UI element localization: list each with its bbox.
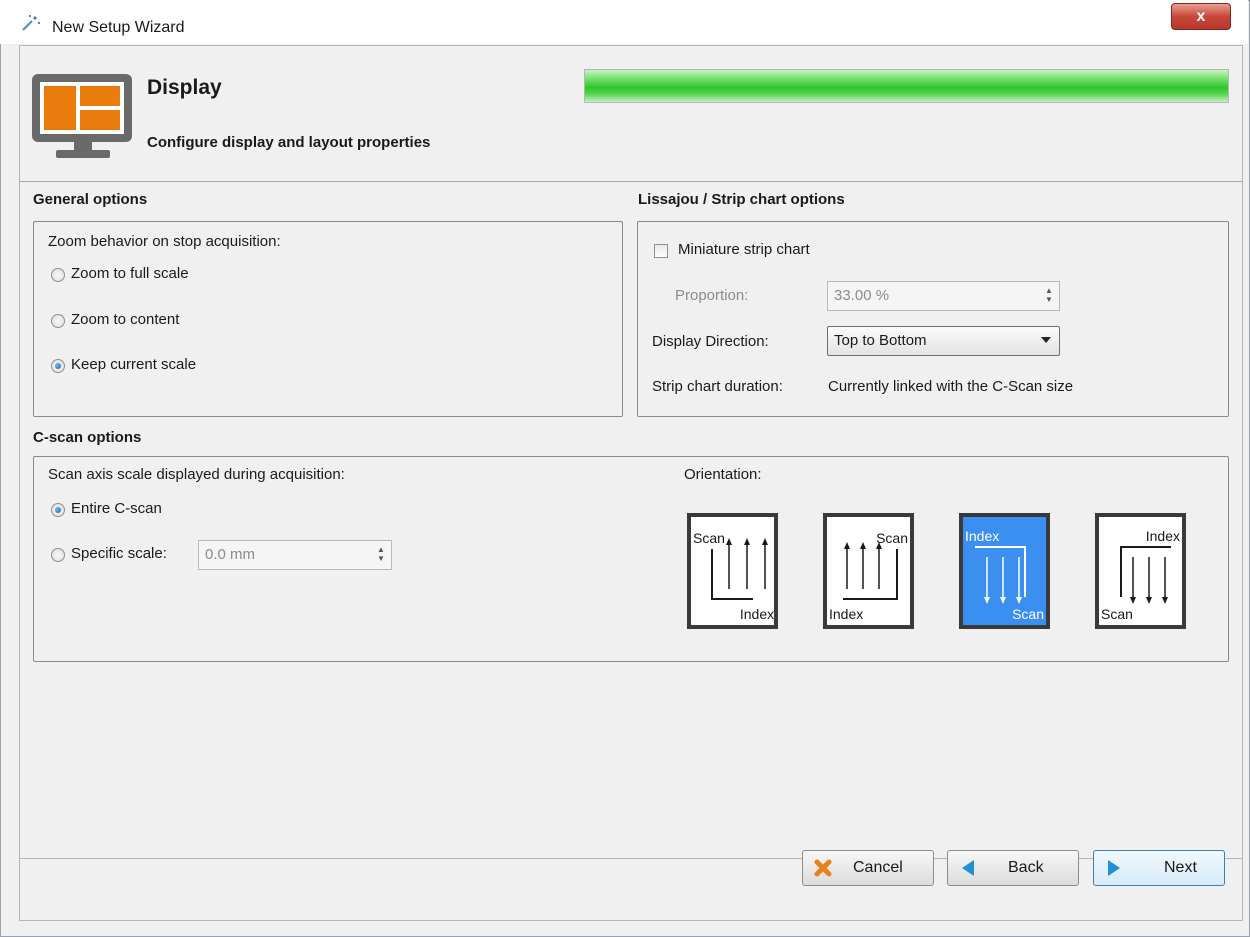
cancel-x-icon xyxy=(814,859,832,877)
magic-wand-icon xyxy=(22,14,41,31)
orientation-4-label-a: Index xyxy=(1146,528,1180,544)
next-button[interactable]: Next xyxy=(1093,850,1225,886)
display-direction-select[interactable]: Top to Bottom xyxy=(827,326,1060,356)
next-arrow-icon xyxy=(1108,860,1120,876)
orientation-scan-up-icon: Scan Index xyxy=(693,530,774,622)
orientation-index-down-icon: Index Scan xyxy=(965,528,1044,622)
zoom-content-label[interactable]: Zoom to content xyxy=(71,311,179,328)
proportion-label: Proportion: xyxy=(675,287,749,304)
wizard-progress-bar xyxy=(584,69,1229,103)
cscan-options-title: C-scan options xyxy=(33,429,142,446)
orientation-4-label-b: Scan xyxy=(1101,606,1133,622)
orientation-scan-up-mirrored-icon: Scan Index xyxy=(829,530,908,622)
proportion-spinbox[interactable]: 33.00 % ▲ ▼ xyxy=(827,281,1060,311)
orientation-1-label-a: Scan xyxy=(693,530,725,546)
window-title: New Setup Wizard xyxy=(52,19,185,36)
orientation-option-3[interactable]: Index Scan xyxy=(959,513,1050,629)
strip-chart-duration-label: Strip chart duration: xyxy=(652,378,783,395)
specific-scale-value: 0.0 mm xyxy=(205,546,256,563)
page-title: Display xyxy=(147,76,222,99)
orientation-2-label-b: Index xyxy=(829,606,863,622)
display-direction-label: Display Direction: xyxy=(652,333,769,350)
miniature-strip-chart-label[interactable]: Miniature strip chart xyxy=(678,241,810,258)
chevron-down-icon xyxy=(1041,337,1051,343)
lissajou-options-title: Lissajou / Strip chart options xyxy=(638,191,845,208)
orientation-option-4[interactable]: Index Scan xyxy=(1095,513,1186,629)
header-divider xyxy=(19,181,1243,182)
specific-scale-spinbox[interactable]: 0.0 mm ▲ ▼ xyxy=(198,540,392,570)
general-options-title: General options xyxy=(33,191,148,208)
zoom-full-scale-radio[interactable] xyxy=(51,268,65,282)
orientation-label: Orientation: xyxy=(684,466,762,483)
spin-arrows-icon[interactable]: ▲ ▼ xyxy=(1043,286,1055,306)
display-direction-value: Top to Bottom xyxy=(834,332,927,349)
zoom-content-radio[interactable] xyxy=(51,314,65,328)
zoom-behavior-label: Zoom behavior on stop acquisition: xyxy=(48,233,281,250)
scan-axis-scale-label: Scan axis scale displayed during acquisi… xyxy=(48,466,345,483)
proportion-value: 33.00 % xyxy=(834,287,890,304)
title-bar: New Setup Wizard x xyxy=(0,0,1248,44)
keep-current-scale-label[interactable]: Keep current scale xyxy=(71,356,196,373)
specific-scale-label[interactable]: Specific scale: xyxy=(71,545,167,562)
next-label: Next xyxy=(1164,859,1197,876)
miniature-strip-chart-checkbox[interactable] xyxy=(654,244,668,258)
spin-arrows-icon[interactable]: ▲ ▼ xyxy=(375,545,387,565)
keep-current-scale-radio[interactable] xyxy=(51,359,65,373)
specific-scale-radio[interactable] xyxy=(51,548,65,562)
strip-chart-duration-value: Currently linked with the C-Scan size xyxy=(828,378,1074,395)
page-subtitle: Configure display and layout properties xyxy=(147,134,431,151)
orientation-index-down-mirrored-icon: Index Scan xyxy=(1101,528,1180,622)
display-monitor-icon xyxy=(32,74,132,158)
zoom-full-scale-label[interactable]: Zoom to full scale xyxy=(71,265,189,282)
cancel-label: Cancel xyxy=(853,859,903,876)
entire-cscan-label[interactable]: Entire C-scan xyxy=(71,500,162,517)
orientation-3-label-a: Index xyxy=(965,528,999,544)
back-button[interactable]: Back xyxy=(947,850,1079,886)
back-label: Back xyxy=(1008,859,1044,876)
cancel-button[interactable]: Cancel xyxy=(802,850,934,886)
close-button[interactable]: x xyxy=(1171,3,1231,30)
entire-cscan-radio[interactable] xyxy=(51,503,65,517)
close-icon: x xyxy=(1196,8,1206,25)
orientation-1-label-b: Index xyxy=(740,606,774,622)
orientation-option-1[interactable]: Scan Index xyxy=(687,513,778,629)
back-arrow-icon xyxy=(962,860,974,876)
orientation-option-2[interactable]: Scan Index xyxy=(823,513,914,629)
orientation-3-label-b: Scan xyxy=(1012,606,1044,622)
orientation-2-label-a: Scan xyxy=(876,530,908,546)
